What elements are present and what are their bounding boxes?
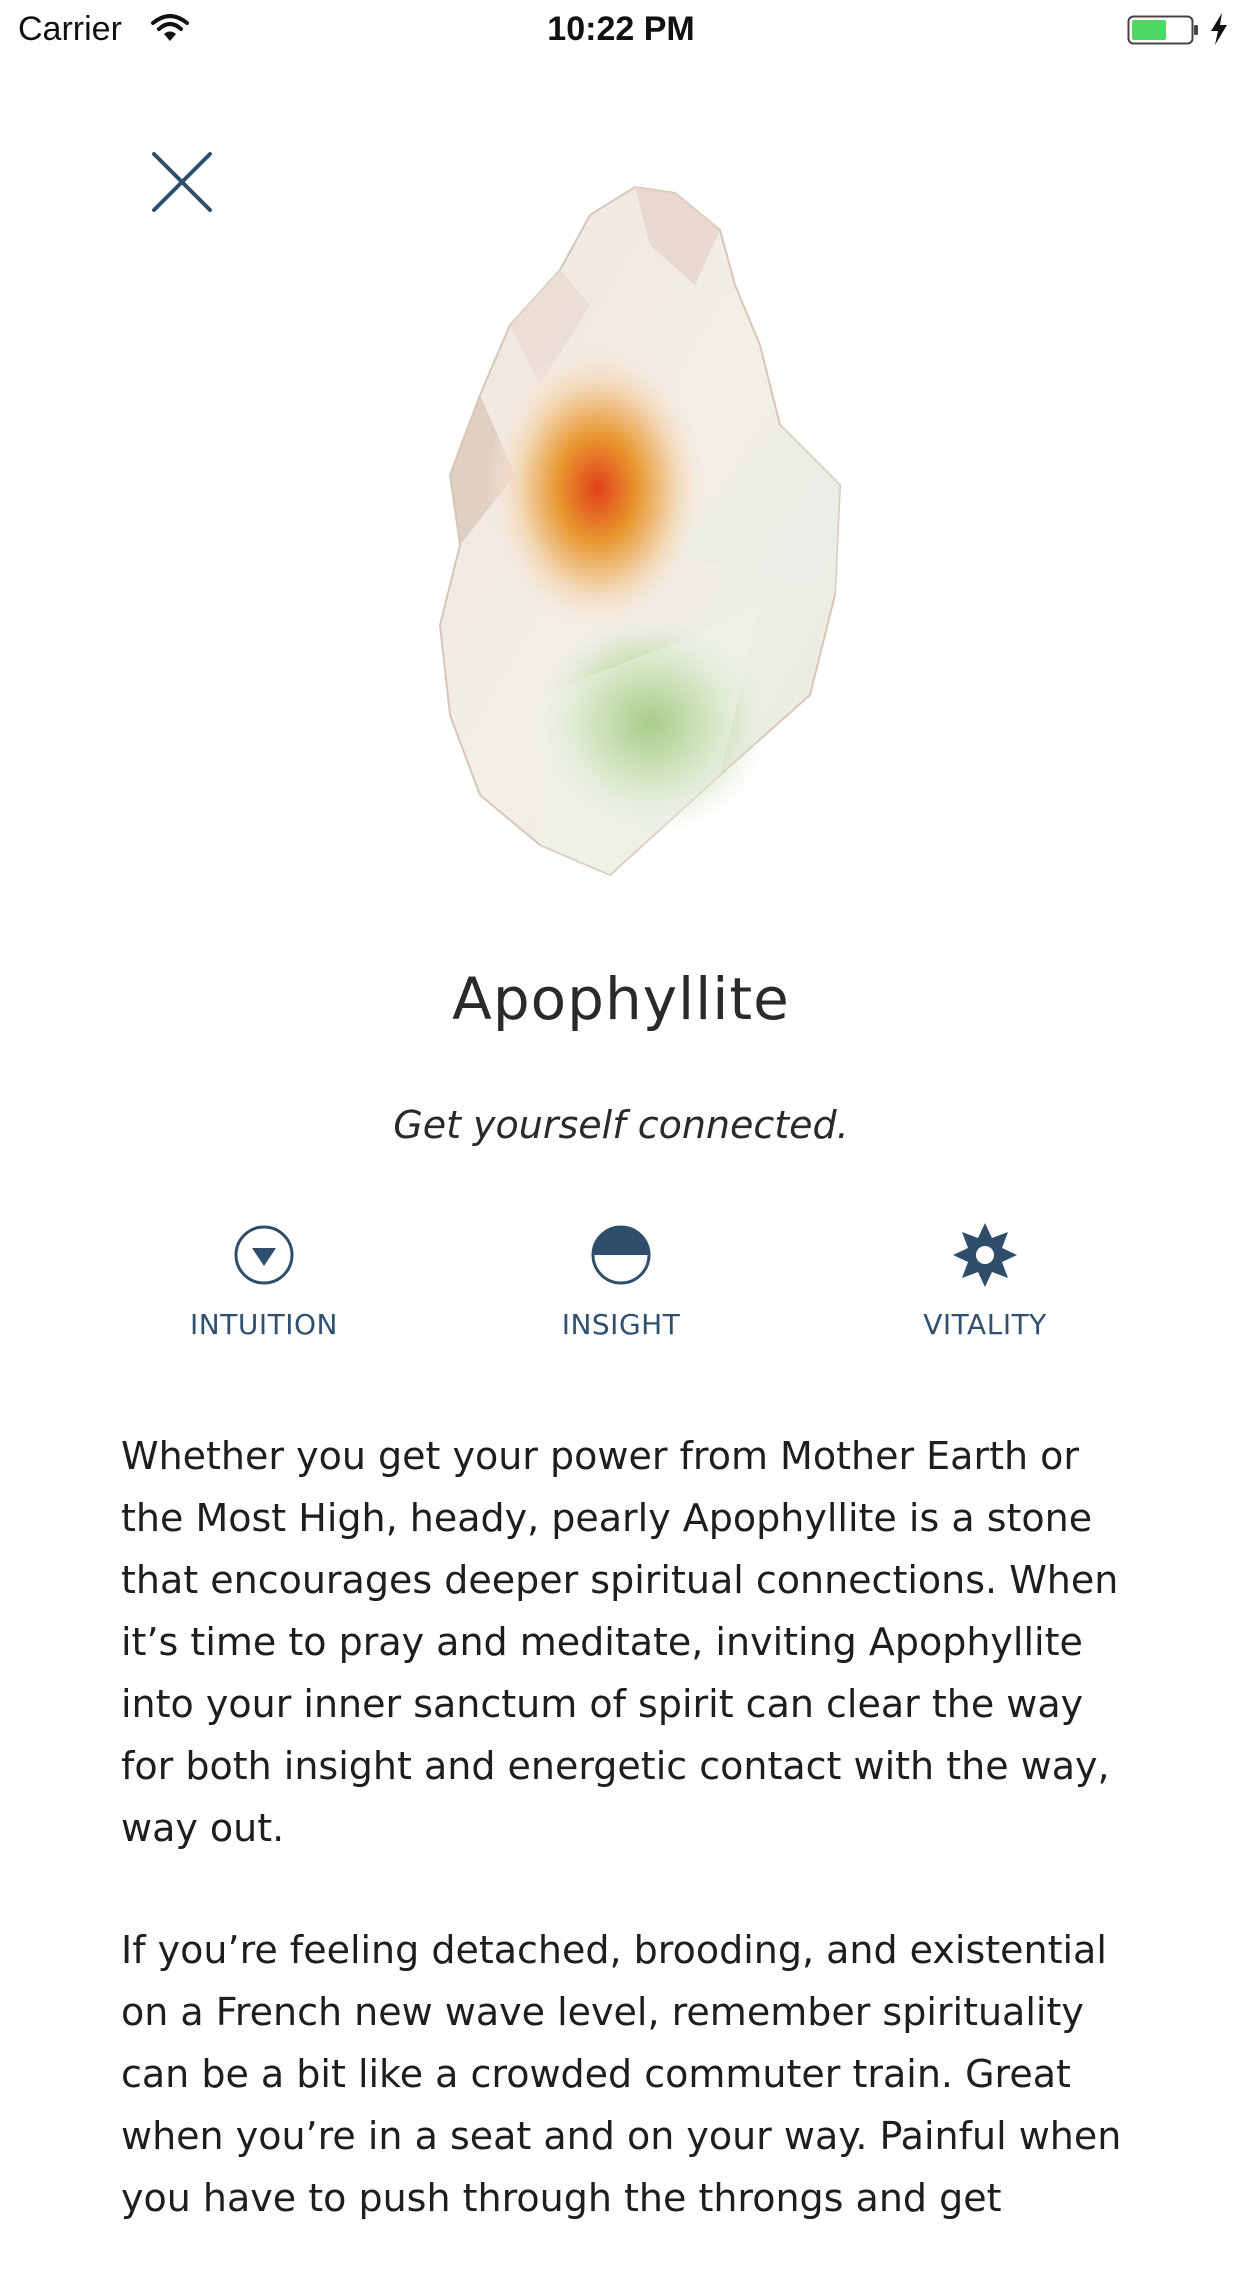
attribute-insight[interactable]: INSIGHT (471, 1222, 771, 1341)
attribute-label: INTUITION (190, 1308, 338, 1341)
attribute-intuition[interactable]: INTUITION (114, 1222, 414, 1341)
stone-title: Apophyllite (452, 965, 790, 1033)
sun-star-icon (953, 1223, 1017, 1287)
battery-icon (1127, 15, 1198, 45)
status-bar: Carrier 10:22 PM (0, 0, 1242, 60)
description-paragraph: If you’re feeling detached, brooding, an… (121, 1928, 1122, 2220)
attribute-vitality[interactable]: VITALITY (835, 1222, 1135, 1341)
close-icon (152, 152, 212, 212)
attribute-list: INTUITION INSIGHT VITALITY (0, 1222, 1242, 1362)
half-circle-icon (591, 1225, 651, 1285)
stone-image (438, 185, 842, 877)
triangle-circle-icon (234, 1225, 294, 1285)
attribute-label: VITALITY (923, 1308, 1047, 1341)
attribute-label: INSIGHT (561, 1308, 681, 1341)
description-paragraph: Whether you get your power from Mother E… (121, 1434, 1119, 1850)
stone-tagline: Get yourself connected. (393, 1103, 849, 1147)
status-clock: 10:22 PM (547, 10, 695, 48)
bolt-icon (1211, 13, 1227, 45)
stone-description: Whether you get your power from Mother E… (121, 1425, 1131, 2289)
close-button[interactable] (144, 144, 220, 220)
